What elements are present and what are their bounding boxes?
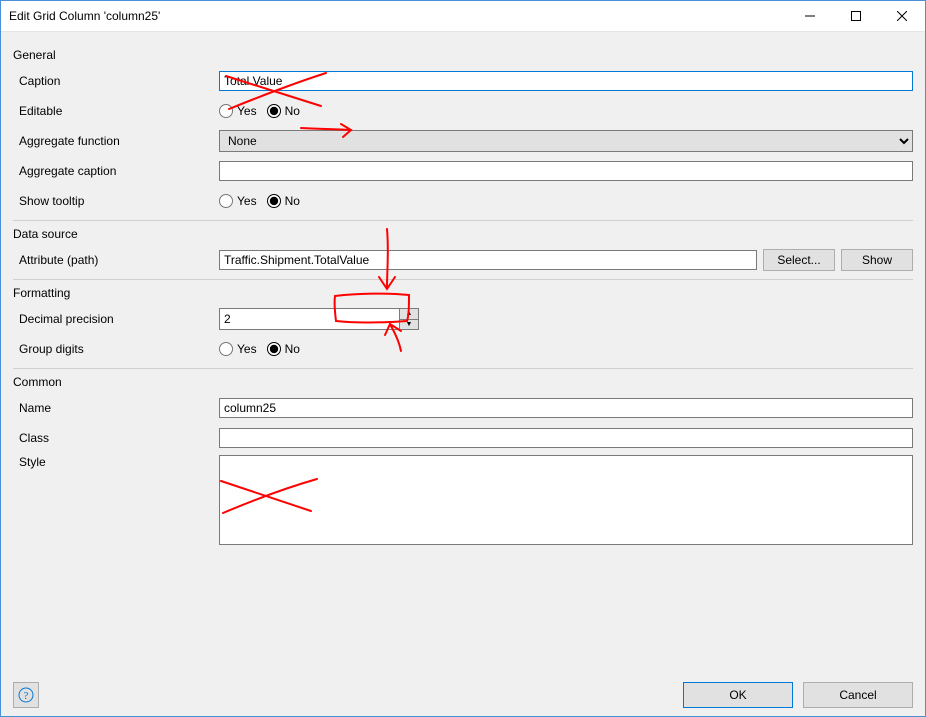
group-yes-label: Yes (237, 342, 257, 356)
precision-label: Decimal precision (13, 312, 219, 326)
class-input[interactable] (219, 428, 913, 448)
precision-spinner[interactable]: ▲ ▼ (219, 308, 419, 330)
tooltip-no-label: No (285, 194, 300, 208)
editable-label: Editable (13, 104, 219, 118)
cancel-button[interactable]: Cancel (803, 682, 913, 708)
section-title-general: General (13, 48, 913, 62)
select-button[interactable]: Select... (763, 249, 835, 271)
aggcap-label: Aggregate caption (13, 164, 219, 178)
group-no-label: No (285, 342, 300, 356)
section-title-data-source: Data source (13, 227, 913, 241)
svg-text:?: ? (24, 690, 29, 702)
tooltip-no-radio[interactable]: No (267, 194, 300, 208)
show-button[interactable]: Show (841, 249, 913, 271)
attr-input[interactable] (219, 250, 757, 270)
group-yes-radio[interactable]: Yes (219, 342, 257, 356)
spinner-up-icon[interactable]: ▲ (400, 309, 418, 320)
editable-no-label: No (285, 104, 300, 118)
help-icon[interactable]: ? (13, 682, 39, 708)
style-label: Style (13, 455, 219, 469)
attr-label: Attribute (path) (13, 253, 219, 267)
caption-input[interactable] (219, 71, 913, 91)
spinner-down-icon[interactable]: ▼ (400, 320, 418, 330)
window-title: Edit Grid Column 'column25' (1, 9, 787, 23)
close-button[interactable] (879, 1, 925, 31)
caption-label: Caption (13, 74, 219, 88)
tooltip-label: Show tooltip (13, 194, 219, 208)
precision-input[interactable] (220, 309, 399, 329)
dialog-footer: ? OK Cancel (1, 674, 925, 716)
section-common: Common Name Class Style (13, 368, 913, 545)
tooltip-yes-label: Yes (237, 194, 257, 208)
section-title-formatting: Formatting (13, 286, 913, 300)
maximize-button[interactable] (833, 1, 879, 31)
minimize-button[interactable] (787, 1, 833, 31)
class-label: Class (13, 431, 219, 445)
group-label: Group digits (13, 342, 219, 356)
aggcap-input[interactable] (219, 161, 913, 181)
aggfn-label: Aggregate function (13, 134, 219, 148)
editable-yes-radio[interactable]: Yes (219, 104, 257, 118)
editable-yes-label: Yes (237, 104, 257, 118)
section-formatting: Formatting Decimal precision ▲ ▼ Group d… (13, 279, 913, 362)
name-label: Name (13, 401, 219, 415)
section-title-common: Common (13, 375, 913, 389)
title-bar[interactable]: Edit Grid Column 'column25' (1, 1, 925, 32)
aggfn-select[interactable]: None (219, 130, 913, 152)
editable-no-radio[interactable]: No (267, 104, 300, 118)
name-input[interactable] (219, 398, 913, 418)
ok-button[interactable]: OK (683, 682, 793, 708)
section-data-source: Data source Attribute (path) Select... S… (13, 220, 913, 273)
tooltip-yes-radio[interactable]: Yes (219, 194, 257, 208)
section-general: General Caption Editable Yes (13, 42, 913, 214)
style-textarea[interactable] (219, 455, 913, 545)
group-no-radio[interactable]: No (267, 342, 300, 356)
